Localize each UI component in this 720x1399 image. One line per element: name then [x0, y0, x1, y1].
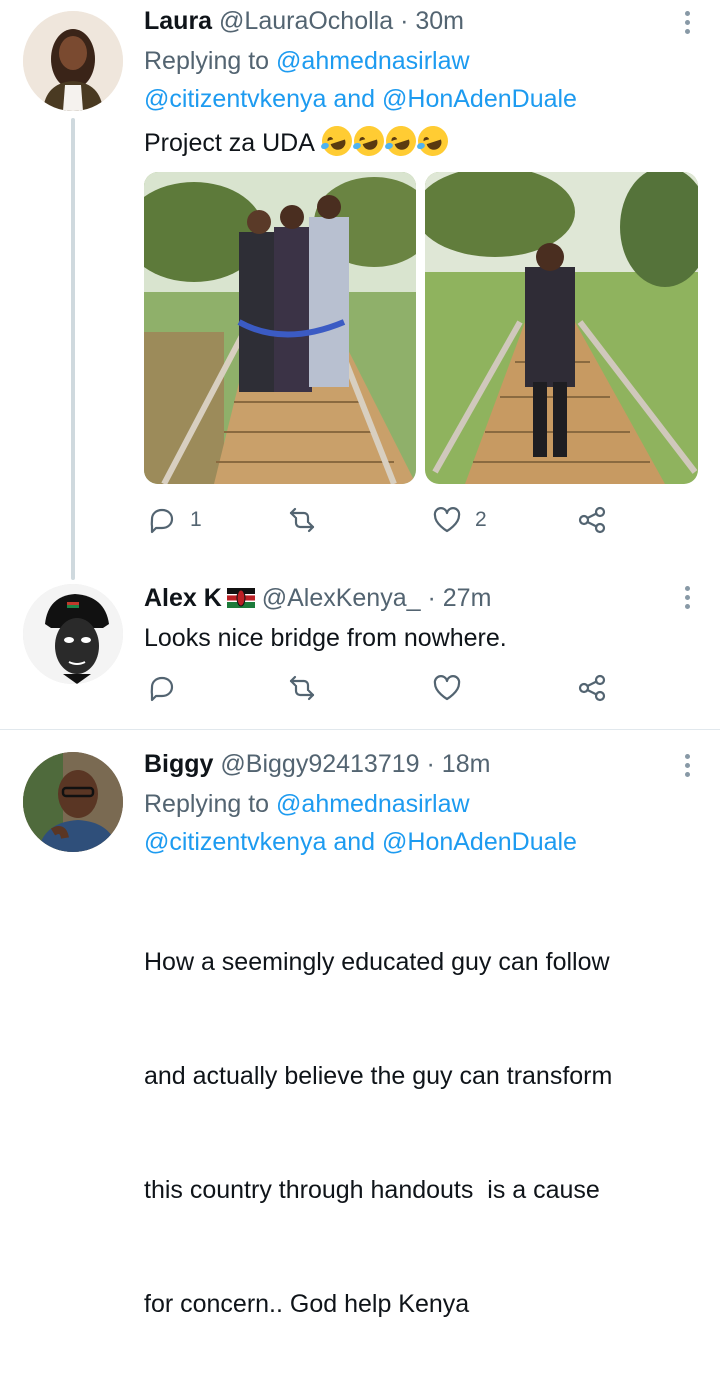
- display-name[interactable]: Biggy: [144, 750, 213, 778]
- replying-to: Replying to @ahmednasirlaw: [144, 785, 470, 823]
- like-icon: [433, 507, 461, 533]
- user-handle[interactable]: @Biggy92413719: [220, 750, 419, 778]
- tweet-text: How a seemingly educated guy can follow …: [144, 867, 612, 1399]
- mention-link[interactable]: @ahmednasirlaw: [276, 47, 470, 75]
- retweet-button[interactable]: [286, 504, 330, 536]
- mention-link[interactable]: @ahmednasirlaw: [276, 790, 470, 818]
- replying-and: and: [326, 828, 383, 856]
- display-name[interactable]: Alex K: [144, 584, 222, 612]
- tweet-text: Project za UDA: [144, 122, 453, 162]
- tweet-header: Laura @LauraOcholla · 30m: [144, 6, 464, 36]
- mention-link[interactable]: @HonAdenDuale: [382, 85, 577, 113]
- rolling-on-floor-laughing-emoji: [414, 122, 453, 160]
- tweet-text-content: Project za UDA: [144, 129, 314, 157]
- mention-link[interactable]: @HonAdenDuale: [382, 828, 577, 856]
- retweet-icon: [289, 507, 315, 533]
- user-handle[interactable]: @AlexKenya_: [262, 584, 421, 612]
- share-icon: [578, 674, 606, 702]
- tweet-photo-2[interactable]: [425, 172, 698, 484]
- mention-link[interactable]: @citizentvkenya: [144, 828, 326, 856]
- tweet-alex[interactable]: Alex K @AlexKenya_ · 27m Looks nice brid…: [0, 575, 720, 730]
- mention-link[interactable]: @citizentvkenya: [144, 85, 326, 113]
- timestamp[interactable]: · 30m: [400, 7, 464, 35]
- share-icon: [578, 506, 606, 534]
- share-button[interactable]: [576, 504, 608, 536]
- reply-icon: [150, 676, 174, 702]
- tweet-text-line: and actually believe the guy can transfo…: [144, 1062, 613, 1090]
- avatar[interactable]: [23, 11, 123, 111]
- replying-to-line2: @citizentvkenya and @HonAdenDuale: [144, 80, 577, 118]
- thread-line: [71, 118, 75, 580]
- more-options-icon[interactable]: [684, 11, 690, 34]
- like-button[interactable]: [431, 672, 475, 704]
- kenya-flag-icon: [226, 585, 255, 608]
- timestamp[interactable]: · 18m: [427, 750, 491, 778]
- rolling-on-floor-laughing-emoji: [382, 122, 421, 160]
- more-options-icon[interactable]: [684, 586, 690, 609]
- like-icon: [433, 675, 461, 701]
- reply-button[interactable]: 1: [146, 504, 202, 536]
- tweet-text: Looks nice bridge from nowhere.: [144, 619, 507, 657]
- tweet-laura[interactable]: Laura @LauraOcholla · 30m Replying to @a…: [0, 0, 720, 580]
- replying-label: Replying to: [144, 47, 270, 75]
- retweet-icon: [289, 675, 315, 701]
- share-button[interactable]: [576, 672, 608, 704]
- replying-to-line2: @citizentvkenya and @HonAdenDuale: [144, 823, 577, 861]
- user-handle[interactable]: @LauraOcholla: [219, 7, 393, 35]
- retweet-button[interactable]: [286, 672, 330, 704]
- tweet-text-content: Looks nice bridge from nowhere.: [144, 624, 507, 652]
- tweet-text-line: for concern.. God help Kenya: [144, 1290, 470, 1318]
- tweet-header: Biggy @Biggy92413719 · 18m: [144, 749, 490, 779]
- reply-button[interactable]: [146, 672, 190, 704]
- timestamp[interactable]: · 27m: [427, 584, 491, 612]
- tweet-actions: [144, 672, 624, 708]
- tweet-actions: 1 2: [144, 504, 624, 540]
- tweet-text-line: How a seemingly educated guy can follow: [144, 948, 610, 976]
- like-button[interactable]: 2: [431, 504, 487, 536]
- tweet-biggy[interactable]: Biggy @Biggy92413719 · 18m Replying to @…: [0, 730, 720, 1318]
- rolling-on-floor-laughing-emoji: [350, 122, 389, 160]
- avatar[interactable]: [23, 752, 123, 852]
- tweet-photo-1[interactable]: [144, 172, 416, 484]
- reply-count: 1: [190, 508, 202, 531]
- like-count: 2: [475, 508, 487, 531]
- replying-label: Replying to: [144, 790, 270, 818]
- tweet-text-line: this country through handouts is a cause: [144, 1176, 600, 1204]
- reply-icon: [150, 508, 174, 534]
- more-options-icon[interactable]: [684, 754, 690, 777]
- replying-to: Replying to @ahmednasirlaw: [144, 42, 470, 80]
- rolling-on-floor-laughing-emoji: [318, 122, 357, 160]
- replying-and: and: [326, 85, 383, 113]
- tweet-header: Alex K @AlexKenya_ · 27m: [144, 583, 491, 613]
- display-name[interactable]: Laura: [144, 7, 212, 35]
- avatar[interactable]: [23, 584, 123, 684]
